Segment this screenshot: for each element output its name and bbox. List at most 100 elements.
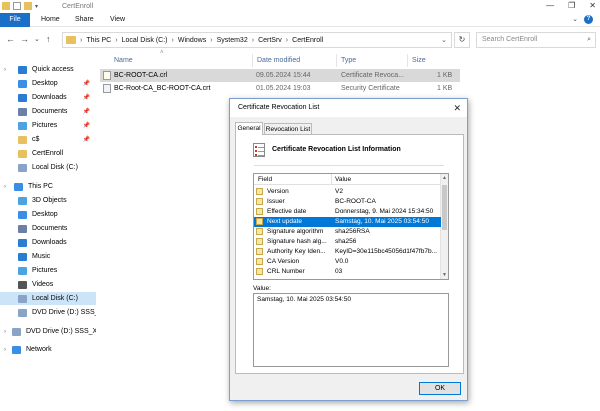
sidebar-item-label: Network — [26, 346, 52, 353]
value-textbox[interactable]: Samstag, 10. Mai 2025 03:54:50 — [253, 293, 449, 367]
help-icon[interactable]: ? — [584, 15, 593, 24]
sidebar-item[interactable]: › Quick access — [0, 63, 96, 76]
maximize-button[interactable]: ❐ — [568, 1, 575, 10]
breadcrumb-local-disk[interactable]: Local Disk (C:) — [122, 37, 168, 44]
search-placeholder: Search CertEnroll — [482, 36, 538, 43]
computer-icon — [14, 182, 23, 191]
sidebar-item[interactable]: DVD Drive (D:) SSS_X64FRE_EN-US_DV9 — [0, 306, 96, 319]
chevron-down-icon[interactable]: ⌄ — [441, 36, 447, 44]
column-divider[interactable] — [336, 54, 337, 67]
list-item[interactable]: Version V2 — [254, 187, 441, 197]
sidebar-item[interactable]: Music — [0, 250, 96, 263]
chevron-right-icon[interactable]: › — [4, 184, 6, 190]
sidebar-item[interactable]: Downloads — [0, 236, 96, 249]
file-row-crt[interactable]: BC-Root-CA_BC-ROOT-CA.crt 01.05.2024 19:… — [100, 82, 460, 95]
sidebar-item[interactable]: Videos — [0, 278, 96, 291]
scrollbar-thumb[interactable] — [442, 185, 447, 230]
list-item[interactable]: CRL Number 03 — [254, 267, 441, 277]
list-item[interactable]: CA Version V0.0 — [254, 257, 441, 267]
column-header-size[interactable]: Size — [412, 54, 426, 67]
tab-home[interactable]: Home — [41, 13, 60, 27]
dialog-close-button[interactable]: ✕ — [453, 99, 461, 117]
column-header-type[interactable]: Type — [341, 54, 356, 67]
field-icon — [256, 208, 263, 215]
new-folder-icon[interactable] — [24, 2, 32, 10]
recent-locations-icon[interactable]: ⌄ — [34, 35, 40, 43]
list-item[interactable]: Signature hash alg... sha256 — [254, 237, 441, 247]
column-header-field[interactable]: Field — [258, 174, 272, 185]
tab-general[interactable]: General — [235, 122, 263, 135]
tab-view[interactable]: View — [110, 13, 125, 27]
sidebar-item[interactable]: Pictures — [0, 264, 96, 277]
customize-toolbar-icon[interactable]: ▾ — [35, 3, 38, 10]
list-item[interactable]: Signature algorithm sha256RSA — [254, 227, 441, 237]
column-header-name[interactable]: Name — [114, 54, 133, 67]
chevron-right-icon[interactable]: › — [4, 329, 6, 335]
sidebar-item-label: Local Disk (C:) — [32, 295, 78, 302]
search-input[interactable]: Search CertEnroll ⌕ — [476, 32, 596, 48]
field-name: Issuer — [267, 198, 285, 205]
breadcrumb-windows[interactable]: Windows — [178, 37, 206, 44]
search-icon: ⌕ — [587, 36, 591, 43]
file-date: 09.05.2024 15:44 — [256, 72, 311, 79]
chevron-right-icon[interactable]: › — [4, 347, 6, 353]
sidebar-item[interactable]: Local Disk (C:) — [0, 161, 96, 174]
desktop-icon — [18, 79, 27, 88]
chevron-right-icon[interactable]: › — [4, 67, 6, 73]
sidebar-item-label: Desktop — [32, 211, 58, 218]
column-divider[interactable] — [252, 54, 253, 67]
sidebar-item[interactable]: Desktop 📌 — [0, 77, 96, 90]
sidebar-item[interactable]: Documents 📌 — [0, 105, 96, 118]
file-row-crl[interactable]: BC-ROOT-CA.crl 09.05.2024 15:44 Certific… — [100, 69, 460, 82]
list-item[interactable]: Authority Key Iden... KeyID=30e115bc45056… — [254, 247, 441, 257]
column-header-date-modified[interactable]: Date modified — [257, 54, 300, 67]
field-value: Samstag, 10. Mai 2025 03:54:50 — [335, 218, 429, 225]
breadcrumb-this-pc[interactable]: This PC — [86, 37, 111, 44]
ok-button[interactable]: OK — [419, 382, 461, 395]
column-header-value[interactable]: Value — [335, 174, 351, 185]
up-arrow-icon[interactable]: ↑ — [46, 34, 51, 44]
breadcrumb-certsrv[interactable]: CertSrv — [258, 37, 282, 44]
close-button[interactable]: ✕ — [589, 1, 596, 10]
sidebar-item[interactable]: › This PC — [0, 180, 96, 193]
field-list[interactable]: Field Value ▲ ▼ Version V2 Issuer BC-ROOT-C… — [253, 173, 449, 280]
sidebar-item[interactable]: › DVD Drive (D:) SSS_X64FRE_EN-US_DV9 — [0, 325, 96, 338]
back-arrow-icon[interactable]: ← — [6, 34, 15, 44]
sidebar-item[interactable]: Local Disk (C:) — [0, 292, 96, 305]
tab-file[interactable]: File — [0, 13, 30, 27]
list-item[interactable]: Effective date Donnerstag, 9. Mai 2024 15… — [254, 207, 441, 217]
address-bar[interactable]: › This PC › Local Disk (C:) › Windows › … — [62, 32, 452, 48]
sidebar-item[interactable]: CertEnroll — [0, 147, 96, 160]
scroll-down-icon[interactable]: ▼ — [442, 272, 447, 278]
list-item[interactable]: Issuer BC-ROOT-CA — [254, 197, 441, 207]
dialog-title-bar: Certificate Revocation List ✕ — [230, 99, 467, 117]
sidebar-item[interactable]: › Network — [0, 343, 96, 356]
sidebar-item[interactable]: Pictures 📌 — [0, 119, 96, 132]
column-divider[interactable] — [407, 54, 408, 67]
vertical-scrollbar[interactable]: ▲ ▼ — [440, 174, 448, 279]
sidebar-item[interactable]: Downloads 📌 — [0, 91, 96, 104]
minimize-button[interactable]: — — [546, 1, 554, 10]
expand-ribbon-icon[interactable]: ⌄ — [572, 15, 578, 23]
sidebar-item-label: DVD Drive (D:) SSS_X64FRE_EN-US_DV9 — [26, 328, 96, 335]
properties-icon[interactable] — [13, 2, 21, 10]
info-heading: Certificate Revocation List Information — [272, 146, 401, 153]
column-divider[interactable] — [331, 174, 332, 185]
folder-icon — [18, 135, 27, 144]
field-value: V0.0 — [335, 258, 349, 265]
breadcrumb-system32[interactable]: System32 — [217, 37, 248, 44]
breadcrumb-certenroll[interactable]: CertEnroll — [292, 37, 323, 44]
download-icon — [18, 93, 27, 102]
tab-share[interactable]: Share — [75, 13, 94, 27]
sidebar-item-label: Pictures — [32, 122, 58, 129]
sidebar-item[interactable]: c$ 📌 — [0, 133, 96, 146]
scroll-up-icon[interactable]: ▲ — [442, 175, 447, 181]
sidebar-item[interactable]: Documents — [0, 222, 96, 235]
sidebar-item[interactable]: 3D Objects — [0, 194, 96, 207]
sidebar-item-label: Downloads — [32, 94, 67, 101]
list-item[interactable]: Next update Samstag, 10. Mai 2025 03:54:5… — [254, 217, 441, 227]
refresh-button[interactable]: ↻ — [454, 32, 470, 48]
forward-arrow-icon[interactable]: → — [20, 34, 29, 44]
sidebar-item[interactable]: Desktop — [0, 208, 96, 221]
field-icon — [256, 238, 263, 245]
